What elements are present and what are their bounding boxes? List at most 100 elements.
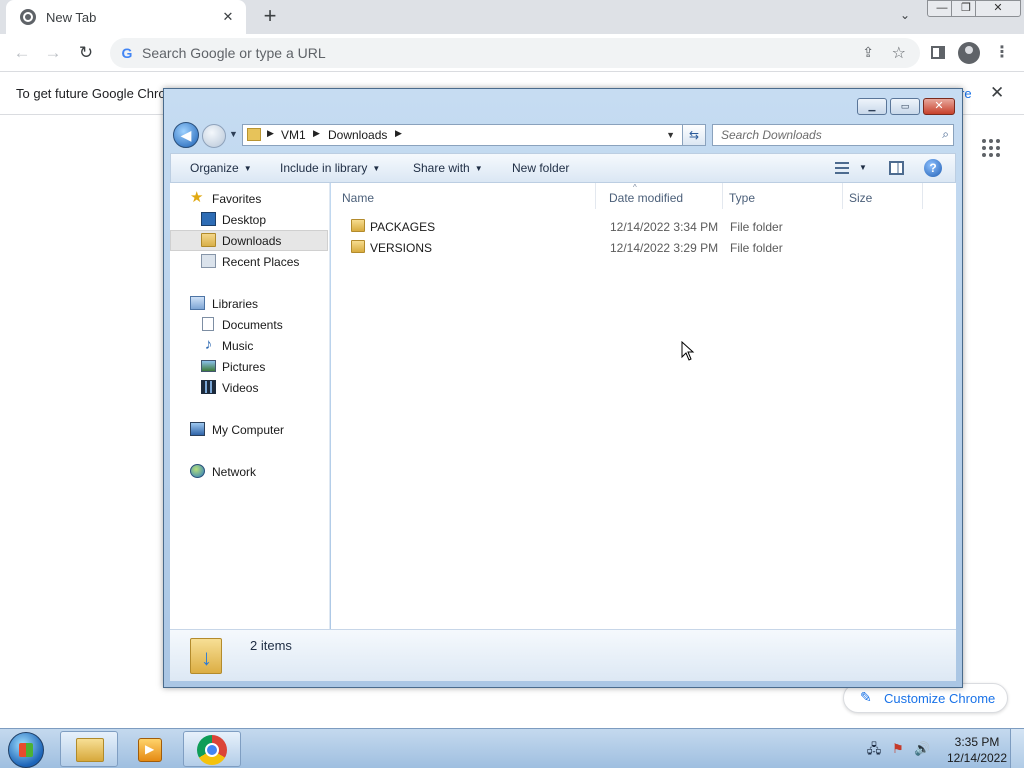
star-icon: ★	[190, 189, 204, 206]
address-bar[interactable]: ▶ VM1 ▶ Downloads ▶ ▼	[242, 124, 684, 146]
nav-item-my-computer[interactable]: My Computer	[170, 419, 328, 440]
tab-close-icon[interactable]: ✕	[220, 9, 236, 25]
file-row[interactable]: VERSIONS 12/14/2022 3:29 PM File folder	[331, 237, 931, 258]
file-row[interactable]: PACKAGES 12/14/2022 3:34 PM File folder	[331, 216, 931, 237]
file-name: PACKAGES	[370, 220, 436, 234]
search-icon[interactable]: ⌕	[942, 127, 949, 142]
clock-time[interactable]: 3:35 PM	[952, 735, 1002, 749]
pictures-icon	[201, 360, 216, 372]
nav-item-libraries[interactable]: Libraries	[170, 293, 328, 314]
nav-item-label: Recent Places	[222, 255, 300, 269]
chevron-down-icon: ▼	[474, 164, 483, 173]
nav-item-downloads[interactable]: Downloads	[170, 230, 328, 251]
side-panel-icon[interactable]	[928, 43, 948, 63]
command-bar: Organize ▼ Include in library ▼ Share with…	[170, 153, 956, 183]
taskbar-chrome-button[interactable]	[183, 731, 241, 767]
google-apps-icon[interactable]	[982, 139, 1000, 157]
search-input[interactable]: Search Downloads ⌕	[712, 124, 954, 146]
forward-arrow-icon[interactable]: →	[42, 42, 64, 64]
desktop-icon	[201, 212, 216, 226]
volume-icon[interactable]: 🔊	[914, 741, 930, 757]
column-header-type[interactable]: Type	[723, 183, 843, 209]
pencil-icon: ✎	[860, 689, 872, 705]
search-placeholder: Search Downloads	[721, 128, 822, 142]
nav-item-label: Desktop	[222, 213, 267, 227]
share-icon[interactable]: ⇪	[862, 44, 874, 61]
libraries-icon	[190, 296, 205, 310]
nav-item-label: Network	[212, 465, 257, 479]
chrome-menu-icon[interactable]: ⋮	[992, 43, 1012, 63]
file-type: File folder	[730, 241, 783, 255]
address-dropdown-icon[interactable]: ▼	[666, 130, 675, 140]
downloads-folder-icon	[201, 233, 216, 247]
nav-item-pictures[interactable]: Pictures	[170, 356, 328, 377]
folder-icon	[351, 240, 365, 253]
omnibox[interactable]: G Search Google or type a URL ⇪ ☆	[110, 38, 920, 68]
breadcrumb-vm1[interactable]: VM1	[281, 128, 306, 142]
file-name: VERSIONS	[370, 241, 433, 255]
infobar-message: To get future Google Chro	[16, 86, 166, 101]
reload-icon[interactable]: ↻	[75, 42, 97, 64]
tab-search-chevron-down-icon[interactable]: ⌄	[896, 8, 914, 26]
bookmark-star-icon[interactable]: ☆	[892, 43, 906, 63]
action-center-flag-icon[interactable]: ⚑	[890, 741, 906, 757]
nav-item-network[interactable]: Network	[170, 461, 328, 482]
explorer-back-arrow-icon[interactable]: ◀	[173, 122, 199, 148]
nav-item-videos[interactable]: Videos	[170, 377, 328, 398]
nav-item-label: My Computer	[212, 423, 285, 437]
explorer-window: ▁ ▭ ✕ ◀ ▼ ▶ VM1 ▶ Downloads ▶ ▼ ⇆ Search…	[163, 88, 963, 688]
infobar-close-icon[interactable]: ✕	[990, 83, 1004, 103]
start-button[interactable]	[8, 732, 44, 768]
nav-item-documents[interactable]: Documents	[170, 314, 328, 335]
file-date-modified: 12/14/2022 3:29 PM	[610, 241, 719, 255]
explorer-forward-arrow-icon[interactable]	[202, 124, 226, 148]
profile-avatar-icon[interactable]	[958, 42, 980, 64]
nav-item-music[interactable]: ♪ Music	[170, 335, 328, 356]
chrome-tab-strip: New Tab ✕ + ⌄ — ❐ ✕	[0, 0, 1024, 34]
new-tab-button[interactable]: +	[258, 5, 282, 28]
nav-item-favorites[interactable]: ★ Favorites	[170, 188, 328, 209]
nav-item-recent-places[interactable]: Recent Places	[170, 251, 328, 272]
tab-new-tab[interactable]: New Tab ✕	[6, 0, 246, 34]
taskbar-explorer-button[interactable]	[60, 731, 118, 767]
new-folder-button[interactable]: New folder	[512, 161, 569, 175]
organize-button[interactable]: Organize ▼	[190, 161, 252, 175]
explorer-maximize-button[interactable]: ▭	[890, 98, 920, 115]
breadcrumb-arrow-icon[interactable]: ▶	[267, 128, 274, 139]
explorer-minimize-button[interactable]: ▁	[857, 98, 887, 115]
navigation-pane: ★ Favorites Desktop Downloads Recent Pla…	[170, 183, 330, 629]
show-desktop-button[interactable]	[1010, 729, 1024, 768]
column-header-size[interactable]: Size	[843, 183, 923, 209]
network-tray-icon[interactable]: 🖧	[866, 741, 882, 757]
breadcrumb-arrow-icon[interactable]: ▶	[395, 128, 402, 139]
include-in-library-button[interactable]: Include in library ▼	[280, 161, 380, 175]
change-view-icon[interactable]	[835, 162, 849, 174]
back-arrow-icon[interactable]: ←	[11, 42, 33, 64]
history-dropdown-icon[interactable]: ▼	[229, 129, 238, 139]
column-header-name[interactable]: Name	[336, 183, 596, 209]
preview-pane-icon[interactable]	[889, 161, 904, 175]
omnibox-placeholder[interactable]: Search Google or type a URL	[142, 45, 326, 61]
column-header-date-modified[interactable]: Date modified	[603, 183, 723, 209]
help-icon[interactable]: ?	[924, 159, 942, 177]
network-icon	[190, 464, 205, 478]
nav-item-desktop[interactable]: Desktop	[170, 209, 328, 230]
nav-item-label: Pictures	[222, 360, 266, 374]
nav-item-label: Libraries	[212, 297, 259, 311]
clock-date[interactable]: 12/14/2022	[942, 751, 1012, 765]
refresh-icon[interactable]: ⇆	[682, 124, 706, 146]
downloads-folder-icon	[247, 128, 261, 141]
taskbar-media-player-button[interactable]	[121, 731, 179, 767]
breadcrumb-arrow-icon[interactable]: ▶	[313, 128, 320, 139]
view-dropdown-icon[interactable]: ▼	[859, 163, 867, 172]
nav-item-label: Documents	[222, 318, 283, 332]
explorer-frame: ▁ ▭ ✕ ◀ ▼ ▶ VM1 ▶ Downloads ▶ ▼ ⇆ Search…	[164, 89, 962, 687]
address-row: ◀ ▼ ▶ VM1 ▶ Downloads ▶ ▼ ⇆ Search Downl…	[164, 121, 962, 151]
share-with-button[interactable]: Share with ▼	[413, 161, 483, 175]
chrome-close-button[interactable]: ✕	[975, 0, 1021, 17]
file-type: File folder	[730, 220, 783, 234]
breadcrumb-downloads[interactable]: Downloads	[328, 128, 387, 142]
explorer-close-button[interactable]: ✕	[923, 98, 955, 115]
documents-icon	[202, 317, 214, 331]
nav-item-label: Favorites	[212, 192, 262, 206]
